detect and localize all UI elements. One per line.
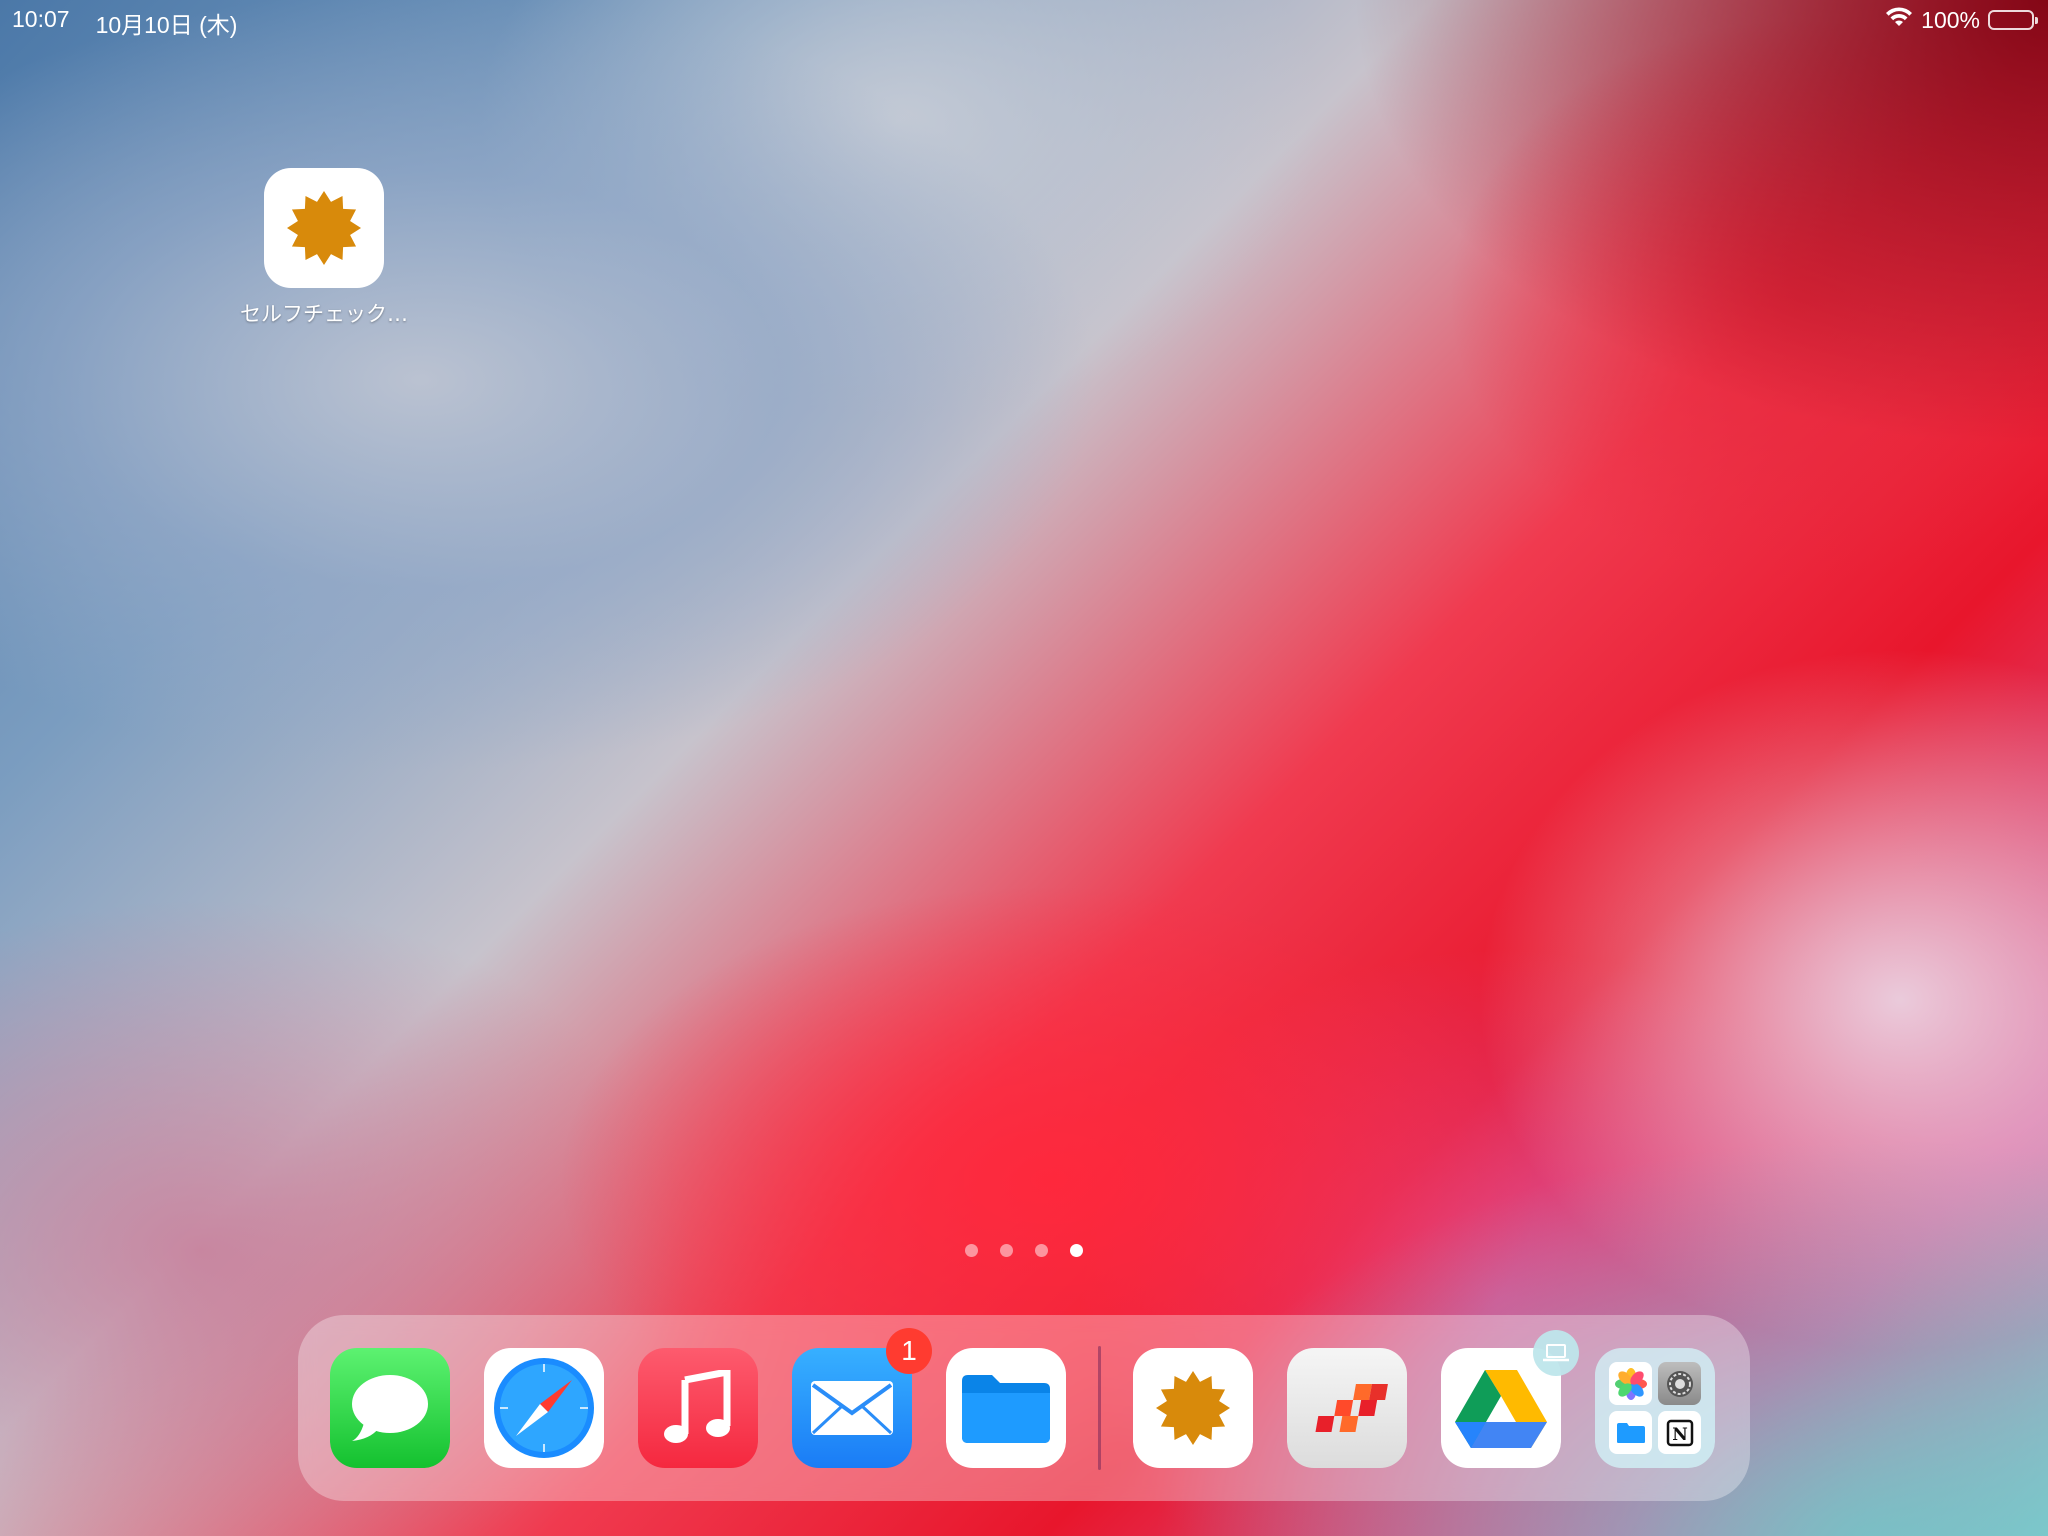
mail-badge: 1 <box>886 1328 932 1374</box>
safari-app[interactable] <box>484 1348 604 1468</box>
envelope-icon <box>811 1381 893 1435</box>
dock: 1 N <box>298 1315 1750 1501</box>
app-folder[interactable]: N <box>1595 1348 1715 1468</box>
google-drive-app[interactable] <box>1441 1330 1579 1468</box>
settings-icon <box>1658 1362 1701 1405</box>
home-app-label: セルフチェック… <box>240 302 408 326</box>
drive-triangle-icon <box>1455 1370 1547 1448</box>
svg-text:N: N <box>1672 1425 1688 1445</box>
home-app-self-check[interactable]: セルフチェック… <box>236 168 412 328</box>
speech-bubble-icon <box>352 1375 428 1441</box>
music-app[interactable] <box>638 1348 758 1468</box>
compass-icon <box>494 1358 594 1458</box>
status-date: 10月10日 (木) <box>95 12 238 38</box>
orange-starburst-icon <box>1156 1371 1230 1445</box>
photos-icon <box>1609 1362 1652 1405</box>
self-check-app[interactable] <box>1133 1348 1253 1468</box>
red-checker-app[interactable] <box>1287 1348 1407 1468</box>
page-dot[interactable] <box>965 1244 978 1257</box>
page-dot-active[interactable] <box>1070 1244 1083 1257</box>
files-app[interactable] <box>946 1348 1066 1468</box>
battery-percent: 100% <box>1921 6 1980 33</box>
page-dot[interactable] <box>1000 1244 1013 1257</box>
music-note-icon <box>664 1370 731 1443</box>
wifi-icon <box>1885 6 1913 34</box>
battery-icon <box>1988 10 2038 30</box>
laptop-icon <box>1533 1330 1579 1376</box>
mail-app[interactable]: 1 <box>792 1328 932 1468</box>
folder-icon <box>962 1375 1050 1443</box>
checker-flag-icon <box>1315 1384 1388 1432</box>
page-dot[interactable] <box>1035 1244 1048 1257</box>
messages-app[interactable] <box>330 1348 450 1468</box>
notion-icon: N <box>1658 1411 1701 1454</box>
page-indicator[interactable] <box>965 1244 1083 1257</box>
files-icon <box>1609 1411 1652 1454</box>
status-time: 10:07 <box>12 6 70 32</box>
status-bar: 10:07 10月10日 (木) 100% <box>0 0 2048 40</box>
dock-divider <box>1098 1346 1101 1470</box>
orange-starburst-icon <box>264 168 384 288</box>
